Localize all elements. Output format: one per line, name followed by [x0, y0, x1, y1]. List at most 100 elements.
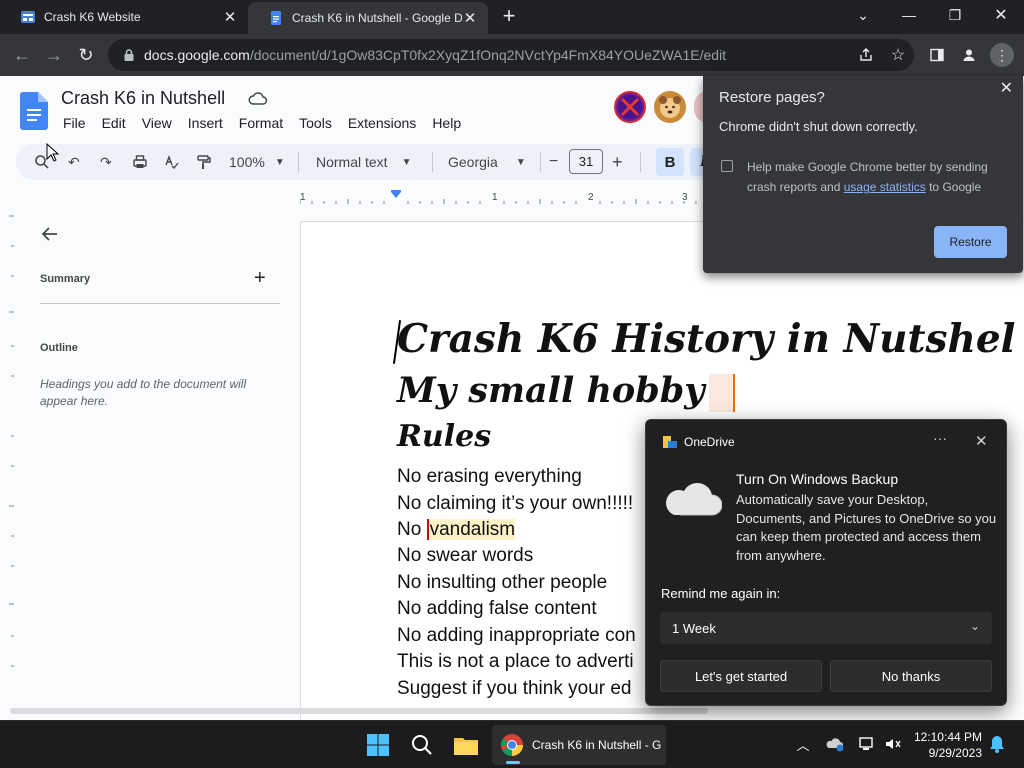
paragraph-style-select[interactable]: Normal text ▼	[316, 152, 420, 172]
profile-icon[interactable]	[958, 44, 980, 66]
notification-bell-icon[interactable]	[986, 733, 1008, 755]
outline-hint: Headings you add to the document will ap…	[40, 377, 247, 408]
rule-line[interactable]: This is not a place to adverti	[397, 651, 634, 673]
onedrive-tray-icon[interactable]	[824, 733, 846, 755]
close-icon[interactable]: ✕	[1000, 78, 1013, 98]
sidebar-divider	[40, 303, 280, 304]
tab-google-docs[interactable]: Crash K6 in Nutshell - Google Docs ✕	[248, 2, 488, 34]
docs-logo-icon[interactable]	[20, 92, 48, 130]
new-tab-plus-icon[interactable]: +	[498, 5, 520, 28]
toolbar-divider	[432, 152, 433, 172]
close-window-icon[interactable]: ✕	[978, 0, 1024, 30]
decrease-font-size-icon[interactable]: −	[549, 152, 558, 172]
share-icon[interactable]	[855, 44, 877, 66]
menu-tools[interactable]: Tools	[299, 115, 332, 131]
minimize-icon[interactable]: —	[886, 0, 932, 30]
file-explorer-icon[interactable]	[450, 729, 482, 761]
close-tab-icon[interactable]: ✕	[222, 9, 238, 26]
menu-edit[interactable]: Edit	[102, 115, 126, 131]
taskbar-chrome-label: Crash K6 in Nutshell - G	[532, 738, 662, 752]
back-arrow-icon[interactable]	[40, 224, 60, 244]
active-indicator	[506, 761, 520, 764]
zoom-value: 100%	[229, 154, 265, 170]
heading-subtitle-text: My small hobby	[397, 370, 705, 411]
font-value: Georgia	[448, 154, 498, 170]
vertical-ruler[interactable]	[0, 206, 14, 720]
url-host: docs.google.com	[144, 47, 250, 63]
add-summary-plus-icon[interactable]: +	[254, 267, 266, 290]
taskbar-search-icon[interactable]	[406, 729, 438, 761]
avatar[interactable]	[654, 91, 686, 123]
network-icon[interactable]	[856, 733, 878, 755]
remind-label: Remind me again in:	[661, 586, 781, 601]
restore-pages-dialog: Restore pages? ✕ Chrome didn't shut down…	[703, 76, 1023, 273]
print-icon[interactable]	[132, 152, 148, 172]
address-bar[interactable]: docs.google.com/document/d/1gOw83CpT0fx2…	[108, 39, 914, 71]
redo-icon[interactable]: ↷	[100, 152, 112, 172]
menu-file[interactable]: File	[63, 115, 86, 131]
cloud-saved-icon[interactable]	[248, 91, 268, 107]
zoom-select[interactable]: 100% ▼	[229, 152, 289, 172]
crash-reports-checkbox[interactable]	[721, 160, 733, 172]
rule-line[interactable]: No insulting other people	[397, 572, 607, 594]
volume-muted-icon[interactable]	[882, 733, 904, 755]
font-select[interactable]: Georgia ▼	[448, 152, 528, 172]
remind-value: 1 Week	[672, 620, 716, 636]
lock-icon	[122, 48, 136, 62]
document-outline-panel: Summary + Outline Headings you add to th…	[16, 206, 300, 706]
menu-format[interactable]: Format	[239, 115, 283, 131]
reload-icon[interactable]: ↻	[74, 43, 98, 67]
back-icon[interactable]: ←	[10, 43, 34, 67]
menu-extensions[interactable]: Extensions	[348, 115, 416, 131]
bold-button[interactable]: B	[656, 148, 684, 176]
usage-statistics-link[interactable]: usage statistics	[844, 180, 926, 194]
heading-title[interactable]: Crash K6 History in Nutshel	[397, 316, 1016, 362]
chrome-menu-icon[interactable]: ⋮	[990, 43, 1014, 67]
forward-icon[interactable]: →	[42, 43, 66, 67]
ruler-label: 1	[492, 192, 498, 203]
rule-line[interactable]: No claiming it’s your own!!!!!	[397, 493, 633, 515]
clock-time: 12:10:44 PM	[913, 730, 982, 744]
close-tab-icon[interactable]: ✕	[462, 10, 478, 27]
ruler-label: 3	[682, 192, 688, 203]
undo-icon[interactable]: ↶	[68, 152, 80, 172]
paint-format-icon[interactable]	[196, 152, 212, 172]
rule-line[interactable]: No adding false content	[397, 598, 597, 620]
side-panel-icon[interactable]	[926, 44, 948, 66]
rule-line[interactable]: No vandalism	[397, 519, 516, 541]
more-options-icon[interactable]: ···	[933, 430, 947, 446]
rule-line[interactable]: No swear words	[397, 545, 533, 567]
highlighted-comment-text[interactable]: vandalism	[426, 519, 516, 540]
increase-font-size-icon[interactable]: +	[612, 152, 623, 172]
taskbar-chrome-button[interactable]: Crash K6 in Nutshell - G	[492, 725, 666, 765]
restore-subtitle: Chrome didn't shut down correctly.	[719, 119, 918, 134]
remind-interval-select[interactable]: 1 Week ⌄	[660, 612, 992, 644]
menu-insert[interactable]: Insert	[188, 115, 223, 131]
bookmark-star-icon[interactable]: ☆	[887, 44, 909, 66]
font-size-input[interactable]: 31	[569, 149, 603, 174]
rule-line[interactable]: No erasing everything	[397, 466, 582, 488]
no-thanks-button[interactable]: No thanks	[830, 660, 992, 692]
menu-help[interactable]: Help	[432, 115, 461, 131]
close-icon[interactable]: ✕	[975, 432, 988, 450]
document-title[interactable]: Crash K6 in Nutshell	[61, 88, 225, 109]
avatar[interactable]	[614, 91, 646, 123]
rule-line[interactable]: No adding inappropriate con	[397, 625, 636, 647]
lets-get-started-button[interactable]: Let's get started	[660, 660, 822, 692]
system-clock[interactable]: 12:10:44 PM 9/29/2023	[908, 729, 982, 761]
horizontal-scrollbar[interactable]	[10, 708, 708, 714]
docs-favicon-icon	[268, 10, 284, 26]
tab-crash-k6-website[interactable]: Crash K6 Website ✕	[0, 0, 248, 34]
heading-subtitle[interactable]: My small hobby	[397, 370, 735, 412]
checkbox-text-2: to Google	[925, 180, 982, 194]
rule-line[interactable]: Suggest if you think your ed	[397, 678, 631, 700]
maximize-icon[interactable]: ❐	[932, 0, 978, 30]
show-hidden-icons-chevron-icon[interactable]: ︿	[792, 733, 814, 755]
start-windows-icon[interactable]	[362, 729, 394, 761]
tab-search-chevron-icon[interactable]: ⌄	[840, 0, 886, 30]
restore-button[interactable]: Restore	[934, 226, 1007, 258]
menu-view[interactable]: View	[142, 115, 172, 131]
spellcheck-icon[interactable]	[164, 152, 180, 172]
heading-rules[interactable]: Rules	[397, 419, 491, 454]
horizontal-ruler[interactable]: 1 1 2 3	[299, 190, 710, 206]
